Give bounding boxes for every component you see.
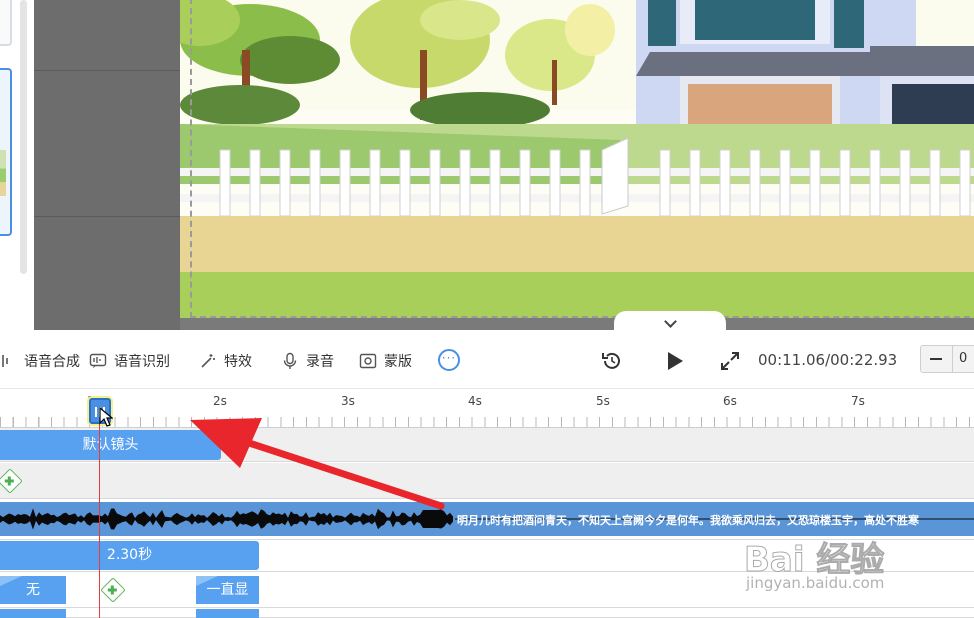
duration-clip[interactable]: 2.30秒 [0,541,259,570]
ruler-ticks [0,417,974,427]
fullscreen-button[interactable] [716,347,744,375]
transition-track: 无 一直显 [0,573,974,608]
effects-wand-icon [198,351,218,371]
timeline-zoom-control[interactable]: 0 [920,345,974,373]
keyframe-track [0,463,974,499]
ruler-label: 5s [596,394,610,408]
add-keyframe-icon[interactable] [0,468,23,494]
speech-recognition-icon [88,351,108,371]
effects-button[interactable]: 特效 [198,350,252,372]
scene-thumbnail[interactable] [0,0,12,46]
camera-track: 默认镜头 [0,428,974,462]
chevron-down-icon [663,315,677,328]
enter-transition-clip[interactable]: 无 [0,576,66,604]
speech-synthesis-icon [0,351,18,371]
mask-icon [358,351,378,371]
mouse-cursor-icon [99,407,113,427]
scene-thumbnail-panel [0,0,34,330]
record-button[interactable]: 录音 [280,350,334,372]
ruler-label: 6s [723,394,737,408]
play-icon [668,352,683,370]
scene-thumbnail-selected[interactable] [0,68,12,236]
scene-illustration[interactable] [180,0,974,330]
more-dots-icon[interactable]: ··· [438,349,460,371]
fullscreen-icon [721,352,739,370]
mask-button[interactable]: 蒙版 [358,350,412,372]
timeline-toolbar: 语音合成 语音识别 特效 录音 蒙版 ··· 00:11.06/00:22.93… [0,331,974,389]
audio-clip[interactable]: 明月几时有把酒问青天，不知天上宫阙今夕是何年。我欲乘风归去，又恐琼楼玉宇，高处不… [0,502,974,536]
play-button[interactable] [660,347,688,375]
replay-button[interactable] [598,347,626,375]
canvas-stage [34,0,974,330]
speech-recognition-button[interactable]: 语音识别 [88,350,170,372]
replay-icon [602,352,620,369]
next-track [0,609,974,618]
zoom-value: 0 [959,351,968,366]
timecode-display: 00:11.06/00:22.93 [758,351,898,369]
playhead-line [99,424,100,618]
duration-track: 2.30秒 [0,541,974,572]
audio-track: 明月几时有把酒问青天，不知天上宫阙今夕是何年。我欲乘风归去，又恐琼楼玉宇，高处不… [0,500,974,540]
audio-lyric-text: 明月几时有把酒问青天，不知天上宫阙今夕是何年。我欲乘风归去，又恐琼楼玉宇，高处不… [457,514,919,527]
add-transition-icon[interactable] [100,577,126,603]
speech-synthesis-button[interactable]: 语音合成 [0,350,80,372]
timeline-ruler[interactable]: 1 2s 3s 4s 5s 6s 7s [0,390,974,428]
editor-window: 语音合成 语音识别 特效 录音 蒙版 ··· 00:11.06/00:22.93… [0,0,974,618]
exit-transition-clip[interactable]: 一直显 [196,576,259,604]
ruler-label: 2s [213,394,227,408]
ruler-label: 7s [851,394,865,408]
stage-offscreen-area [34,0,180,330]
zoom-out-button[interactable] [921,346,953,372]
ruler-label: 4s [468,394,482,408]
ruler-label: 3s [341,394,355,408]
microphone-icon [280,351,300,371]
camera-clip[interactable]: 默认镜头 [0,430,221,460]
thumbnail-scrollbar[interactable] [20,0,27,274]
